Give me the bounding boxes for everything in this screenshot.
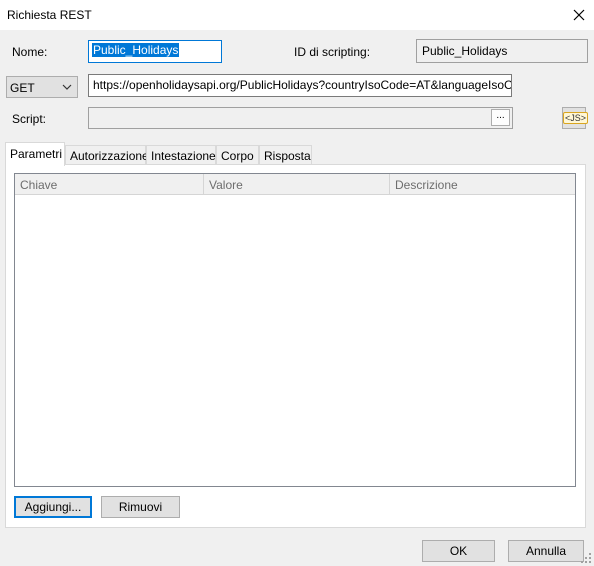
script-label: Script: [12,112,47,126]
scripting-id-value: Public_Holidays [422,44,508,58]
resize-grip-icon[interactable] [580,552,592,564]
tab-parametri[interactable]: Parametri [5,142,65,166]
add-parameter-button[interactable]: Aggiungi... [14,496,92,518]
ok-button[interactable]: OK [422,540,495,562]
name-field[interactable]: Public_Holidays [88,40,222,63]
name-label: Nome: [12,45,48,59]
method-value: GET [10,81,35,95]
tab-risposta[interactable]: Risposta [259,145,312,165]
tab-autorizzazione[interactable]: Autorizzazione [65,145,149,165]
chevron-down-icon [62,84,72,90]
method-select[interactable]: GET [6,76,78,98]
close-icon [573,9,585,21]
url-value: https://openholidaysapi.org/PublicHolida… [93,78,512,92]
tab-corpo[interactable]: Corpo [216,145,259,165]
js-editor-button[interactable]: <JS> [562,107,589,129]
tab-intestazione[interactable]: Intestazione [146,145,216,165]
parameters-table[interactable]: Chiave Valore Descrizione [14,173,576,487]
title-bar: Richiesta REST [0,0,594,30]
window-title: Richiesta REST [7,8,92,22]
scripting-id-field[interactable]: Public_Holidays [416,39,588,63]
table-header: Chiave Valore Descrizione [15,174,575,195]
js-icon: <JS> [563,112,589,124]
name-value: Public_Holidays [92,43,180,57]
remove-parameter-button[interactable]: Rimuovi [101,496,180,518]
cancel-button[interactable]: Annulla [508,540,584,562]
column-header-descrizione[interactable]: Descrizione [390,174,575,194]
script-field[interactable] [88,107,513,129]
column-header-chiave[interactable]: Chiave [15,174,204,194]
url-input[interactable]: https://openholidaysapi.org/PublicHolida… [88,74,512,97]
scripting-id-label: ID di scripting: [294,45,371,59]
close-button[interactable] [565,1,593,29]
browse-script-button[interactable]: ... [491,109,510,126]
column-header-valore[interactable]: Valore [204,174,390,194]
